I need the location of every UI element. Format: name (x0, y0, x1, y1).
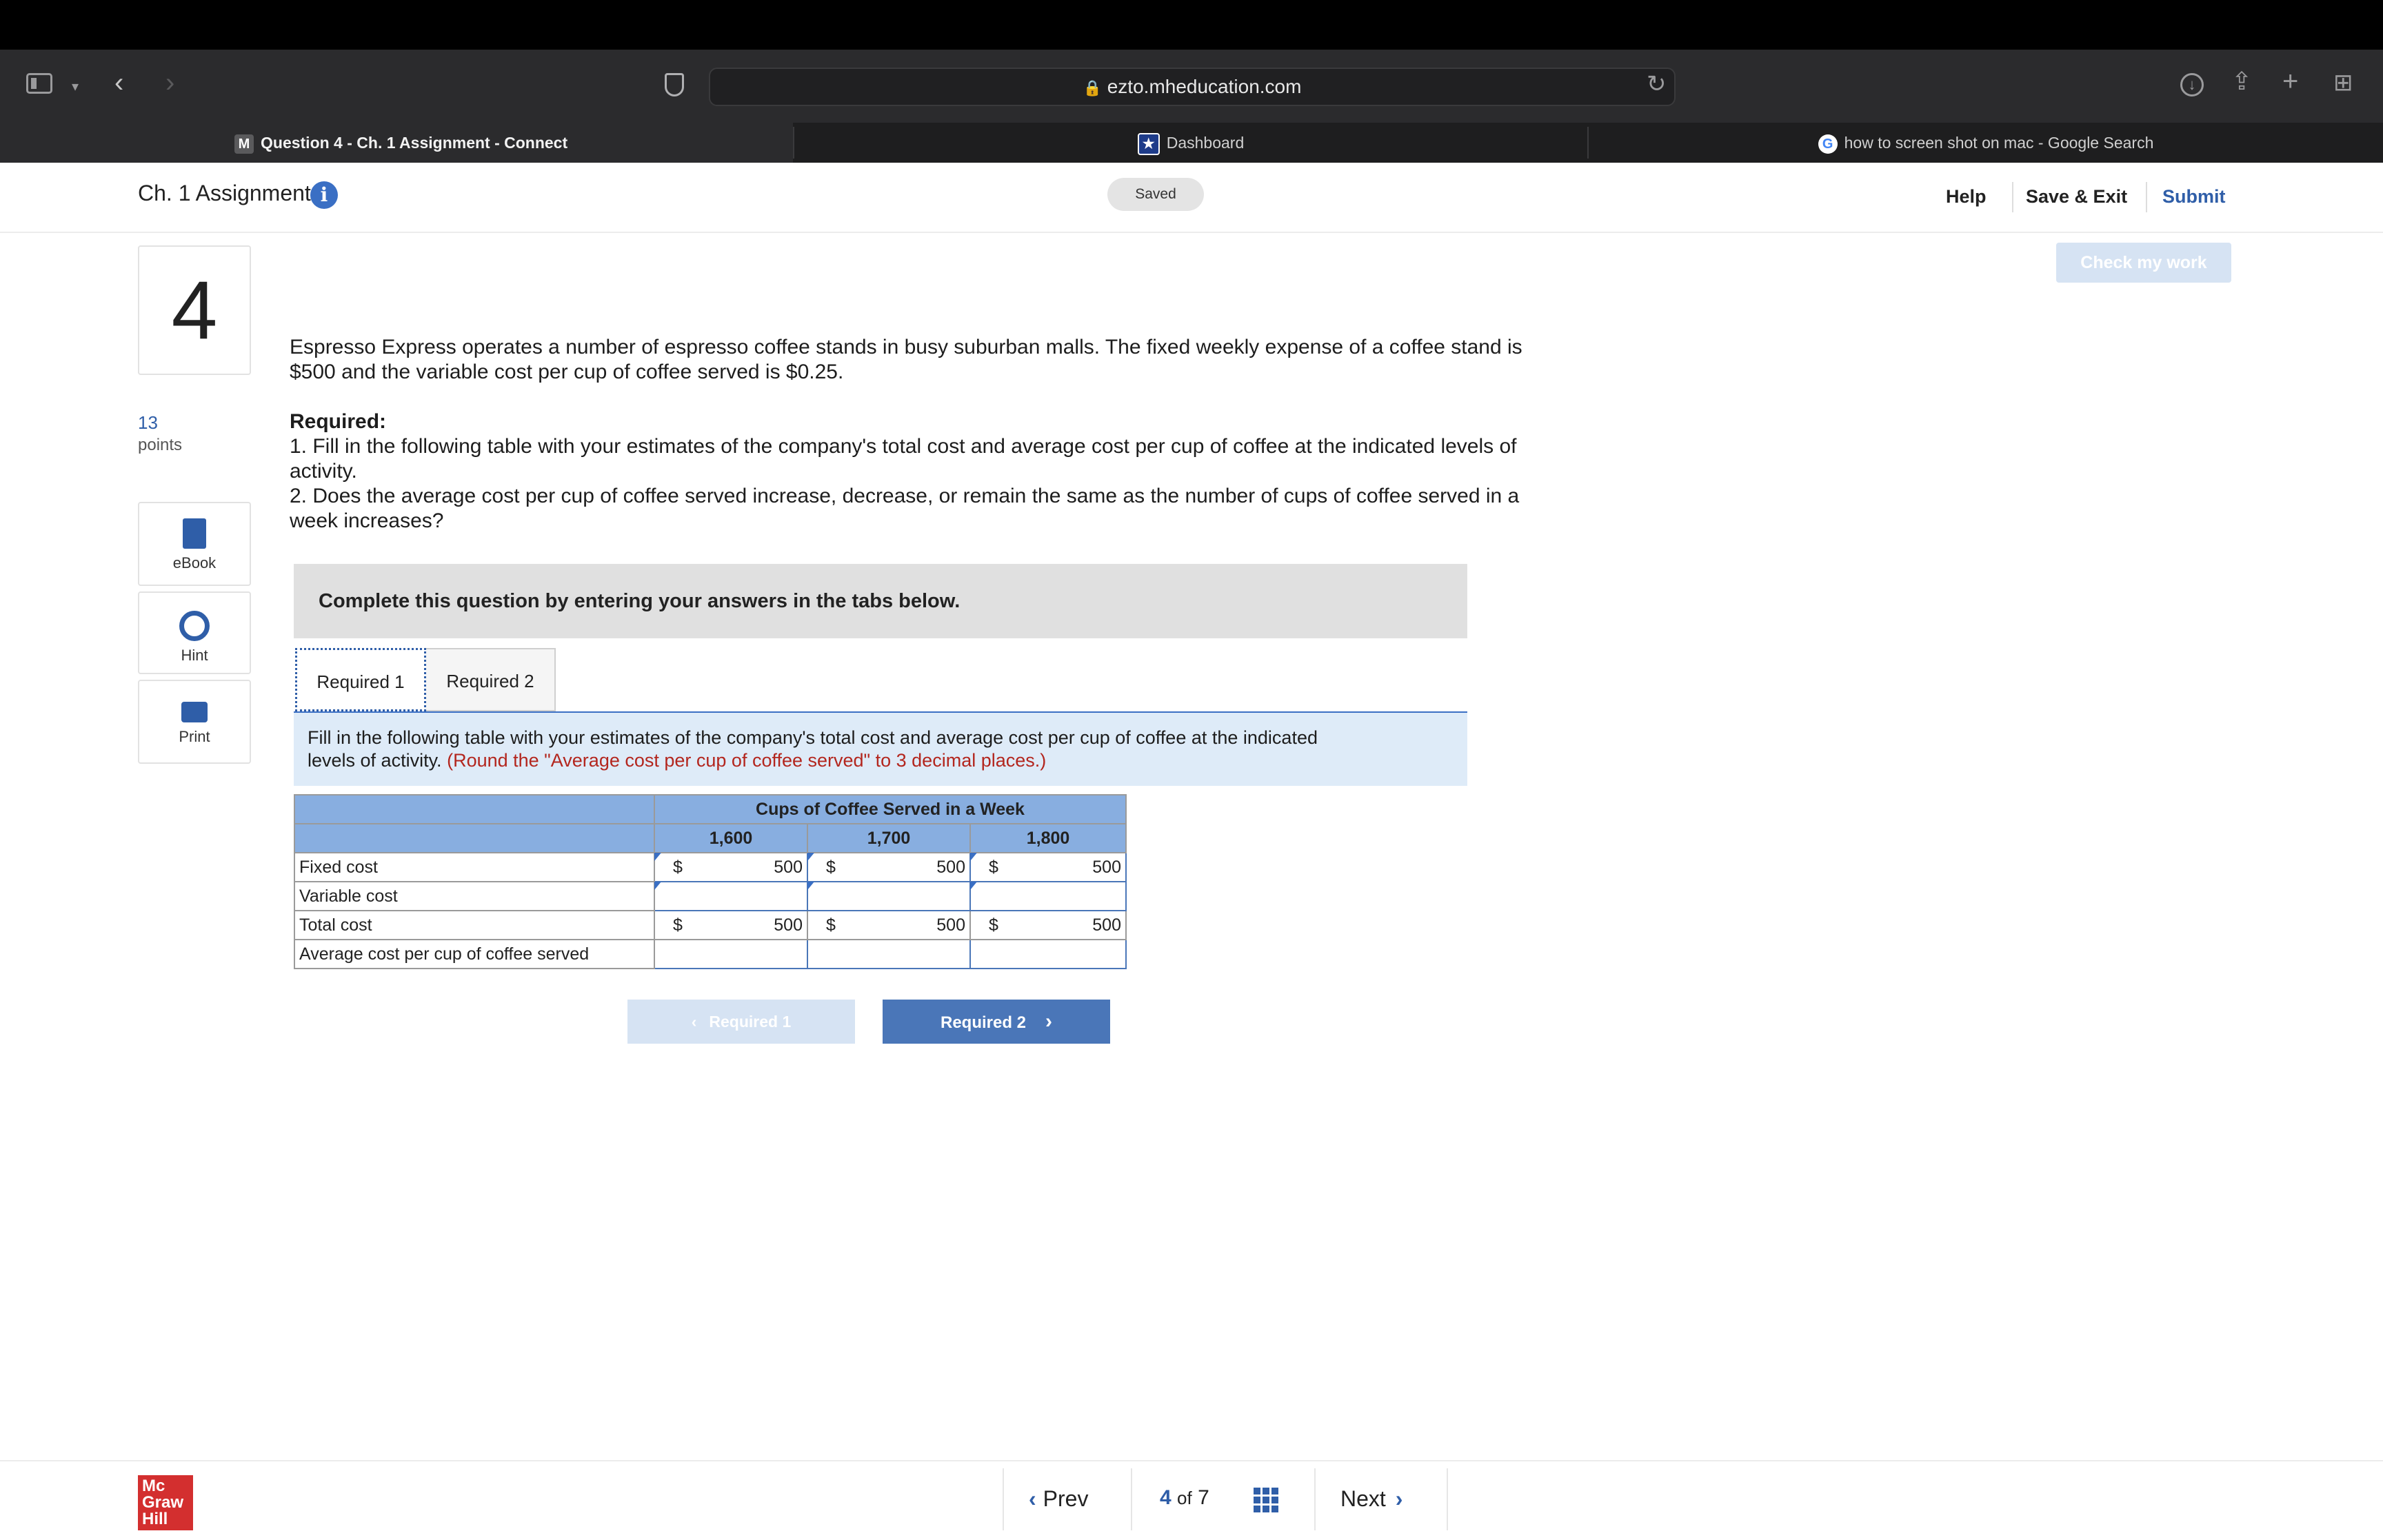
rounding-note: (Round the "Average cost per cup of coff… (447, 750, 1047, 771)
required-1-line1: 1. Fill in the following table with your… (290, 435, 1517, 458)
table-row: Average cost per cup of coffee served (294, 939, 1127, 969)
tab-instructions: Fill in the following table with your es… (294, 713, 1467, 786)
hint-button[interactable]: Hint (138, 591, 251, 674)
footer-divider (1131, 1468, 1132, 1530)
question-intro-line1: Espresso Express operates a number of es… (290, 336, 1522, 358)
new-tab-icon[interactable]: + (2282, 68, 2298, 95)
back-arrow-icon[interactable]: ‹ (114, 69, 123, 97)
tab-dashboard[interactable]: ★ Dashboard (794, 123, 1587, 163)
footer-divider (1447, 1468, 1448, 1530)
info-icon[interactable]: i (310, 181, 338, 209)
required-1-line2: activity. (290, 460, 357, 483)
tab-connect[interactable]: M Question 4 - Ch. 1 Assignment - Connect (0, 123, 793, 163)
chevron-right-icon: › (1395, 1486, 1403, 1511)
share-icon[interactable]: ⇪ (2231, 69, 2252, 94)
required-2-line2: week increases? (290, 509, 444, 532)
required-heading: Required: (290, 410, 387, 433)
url-text: ezto.mheducation.com (1107, 76, 1302, 97)
question-number: 4 (138, 245, 251, 375)
menu-bar (0, 0, 2383, 50)
question-counter[interactable]: 4 of 7 (1160, 1486, 1209, 1510)
total-cost-cell: $500 (807, 910, 971, 940)
privacy-shield-icon[interactable] (665, 73, 684, 97)
table-row: Total cost $500 $500 $500 (294, 910, 1127, 940)
header-blank-cell (294, 794, 655, 824)
variable-cost-input[interactable] (807, 881, 971, 911)
average-cost-input[interactable] (654, 939, 808, 969)
google-favicon-icon: G (1818, 134, 1838, 154)
footer-divider (1003, 1468, 1004, 1530)
chevron-left-icon: ‹ (1029, 1486, 1036, 1511)
submit-link[interactable]: Submit (2162, 186, 2226, 207)
total-cost-cell: $500 (969, 910, 1127, 940)
tab-required-2[interactable]: Required 2 (426, 648, 556, 711)
row-label: Total cost (294, 910, 655, 940)
previous-required-button[interactable]: ‹ Required 1 (627, 1000, 855, 1044)
mcgraw-favicon-icon: M (234, 134, 254, 154)
lifebuoy-icon (179, 611, 210, 641)
column-header: 1,600 (654, 823, 808, 853)
variable-cost-input[interactable] (969, 881, 1127, 911)
prev-question-button[interactable]: ‹ Prev (1029, 1486, 1088, 1512)
book-icon (183, 518, 206, 549)
next-required-button[interactable]: Required 2 › (883, 1000, 1110, 1044)
question-grid-icon[interactable] (1254, 1488, 1278, 1512)
header-blank-cell (294, 823, 655, 853)
assignment-title: Ch. 1 Assignment (138, 181, 311, 205)
fixed-cost-input[interactable]: $500 (969, 852, 1127, 882)
average-cost-input[interactable] (969, 939, 1127, 969)
downloads-icon[interactable]: ↓ (2180, 73, 2204, 97)
table-header-row: Cups of Coffee Served in a Week (294, 794, 1127, 824)
column-header: 1,700 (807, 823, 971, 853)
table-row: Variable cost (294, 881, 1127, 911)
forward-arrow-icon[interactable]: › (165, 69, 174, 97)
footer-divider (1314, 1468, 1316, 1530)
row-label: Fixed cost (294, 852, 655, 882)
column-header: 1,800 (969, 823, 1127, 853)
tab-google-search[interactable]: Ghow to screen shot on mac - Google Sear… (1589, 123, 2383, 163)
chevron-left-icon: ‹ (691, 1013, 697, 1031)
footer-divider (0, 1460, 2383, 1461)
help-link[interactable]: Help (1946, 186, 1987, 207)
chevron-right-icon: › (1045, 1010, 1053, 1033)
print-button[interactable]: Print (138, 680, 251, 764)
variable-cost-input[interactable] (654, 881, 808, 911)
fixed-cost-input[interactable]: $500 (807, 852, 971, 882)
header-divider (2012, 182, 2013, 212)
required-2-line1: 2. Does the average cost per cup of coff… (290, 485, 1520, 507)
row-label: Average cost per cup of coffee served (294, 939, 655, 969)
mcgraw-hill-logo: Mc Graw Hill (138, 1475, 193, 1530)
check-my-work-button[interactable]: Check my work (2056, 243, 2231, 283)
points-label: points (138, 436, 183, 454)
points-value: 13 (138, 412, 158, 433)
lock-icon: 🔒 (1083, 79, 1102, 97)
next-question-button[interactable]: Next › (1340, 1486, 1402, 1512)
printer-icon (181, 702, 208, 722)
row-label: Variable cost (294, 881, 655, 911)
address-bar[interactable]: 🔒 ezto.mheducation.com (709, 68, 1676, 106)
total-cost-cell: $500 (654, 910, 808, 940)
header-divider (2146, 182, 2147, 212)
instruction-box: Complete this question by entering your … (294, 564, 1467, 638)
cost-table: Cups of Coffee Served in a Week 1,600 1,… (294, 794, 1127, 969)
question-intro-line2: $500 and the variable cost per cup of co… (290, 361, 844, 383)
save-exit-link[interactable]: Save & Exit (2026, 186, 2127, 207)
star-favicon-icon: ★ (1137, 132, 1160, 155)
tab-required-1[interactable]: Required 1 (295, 648, 426, 711)
ebook-button[interactable]: eBook (138, 502, 251, 586)
table-row: Fixed cost $500 $500 $500 (294, 852, 1127, 882)
fixed-cost-input[interactable]: $500 (654, 852, 808, 882)
tab-overview-icon[interactable]: ⊞ (2333, 70, 2353, 95)
reload-icon[interactable]: ↻ (1647, 72, 1667, 97)
average-cost-input[interactable] (807, 939, 971, 969)
group-header: Cups of Coffee Served in a Week (654, 794, 1127, 824)
saved-status-badge: Saved (1107, 178, 1204, 211)
chevron-down-icon[interactable]: ▾ (72, 74, 79, 99)
sidebar-toggle-icon[interactable] (26, 73, 52, 94)
table-header-row: 1,600 1,700 1,800 (294, 823, 1127, 853)
